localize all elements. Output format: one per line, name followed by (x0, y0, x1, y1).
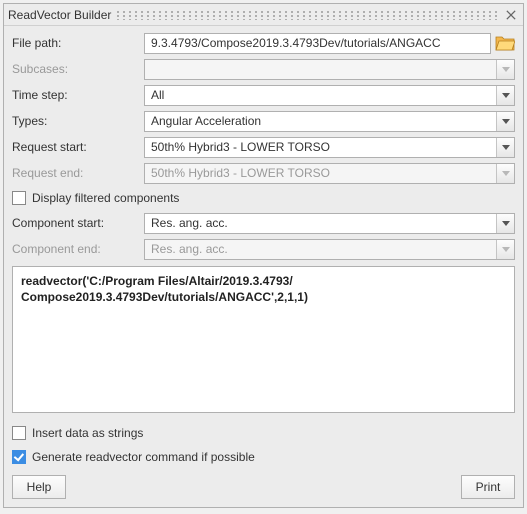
print-button[interactable]: Print (461, 475, 515, 499)
display-filtered-checkbox[interactable] (12, 191, 26, 205)
window-title: ReadVector Builder (8, 8, 111, 22)
chevron-down-icon[interactable] (496, 112, 514, 131)
chevron-down-icon (496, 240, 514, 259)
browse-folder-icon[interactable] (495, 34, 515, 52)
window-content: File path: 9.3.4793/Compose2019.3.4793De… (4, 26, 523, 507)
label-subcases: Subcases: (12, 62, 140, 76)
chevron-down-icon[interactable] (496, 214, 514, 233)
readvector-builder-window: ReadVector Builder File path: 9.3.4793/C… (3, 3, 524, 508)
generate-cmd-label: Generate readvector command if possible (32, 450, 255, 464)
chevron-down-icon (496, 60, 514, 79)
command-output-area[interactable]: readvector('C:/Program Files/Altair/2019… (12, 266, 515, 413)
label-component-end: Component end: (12, 242, 140, 256)
display-filtered-label: Display filtered components (32, 191, 179, 205)
label-file-path: File path: (12, 36, 140, 50)
component-end-dropdown: Res. ang. acc. (144, 239, 515, 260)
label-types: Types: (12, 114, 140, 128)
insert-strings-checkbox[interactable] (12, 426, 26, 440)
chevron-down-icon[interactable] (496, 138, 514, 157)
chevron-down-icon[interactable] (496, 86, 514, 105)
time-step-dropdown[interactable]: All (144, 85, 515, 106)
request-start-dropdown[interactable]: 50th% Hybrid3 - LOWER TORSO (144, 137, 515, 158)
titlebar[interactable]: ReadVector Builder (4, 4, 523, 26)
label-request-end: Request end: (12, 166, 140, 180)
types-dropdown[interactable]: Angular Acceleration (144, 111, 515, 132)
close-icon[interactable] (503, 7, 519, 23)
label-time-step: Time step: (12, 88, 140, 102)
file-path-input[interactable]: 9.3.4793/Compose2019.3.4793Dev/tutorials… (144, 33, 491, 54)
chevron-down-icon (496, 164, 514, 183)
component-start-dropdown[interactable]: Res. ang. acc. (144, 213, 515, 234)
generate-cmd-checkbox[interactable] (12, 450, 26, 464)
subcases-dropdown (144, 59, 515, 80)
label-request-start: Request start: (12, 140, 140, 154)
output-line1: readvector('C:/Program Files/Altair/2019… (21, 274, 293, 288)
label-component-start: Component start: (12, 216, 140, 230)
help-button[interactable]: Help (12, 475, 66, 499)
titlebar-drag-handle[interactable] (115, 10, 499, 20)
insert-strings-label: Insert data as strings (32, 426, 143, 440)
output-line2: Compose2019.3.4793Dev/tutorials/ANGACC',… (21, 290, 308, 304)
request-end-dropdown: 50th% Hybrid3 - LOWER TORSO (144, 163, 515, 184)
